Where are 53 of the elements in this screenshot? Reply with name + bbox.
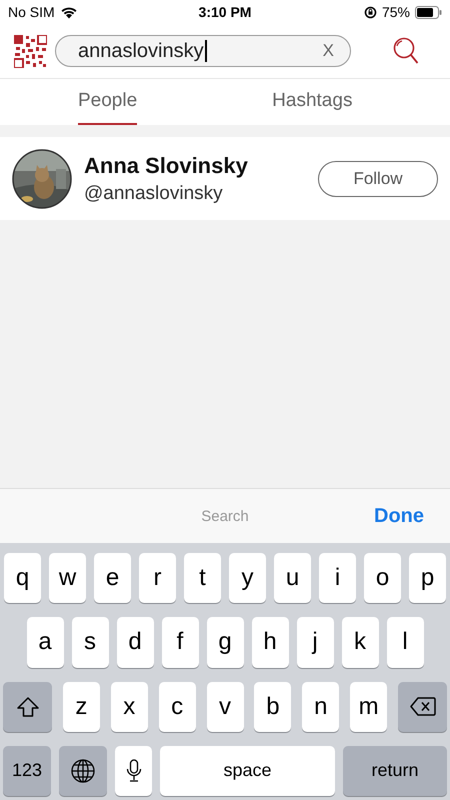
letter-key[interactable]: h xyxy=(252,617,288,668)
rotation-lock-icon xyxy=(364,6,377,18)
letter-key[interactable]: j xyxy=(296,617,334,668)
letter-key[interactable]: q xyxy=(4,553,41,604)
follow-button[interactable]: Follow xyxy=(318,160,438,196)
return-key[interactable]: return xyxy=(343,746,447,796)
search-field[interactable]: annaslovinsky X xyxy=(55,35,351,67)
letter-key[interactable]: g xyxy=(206,617,244,668)
letter-key[interactable]: l xyxy=(386,617,424,668)
letter-key[interactable]: d xyxy=(116,617,154,668)
letter-key[interactable]: i xyxy=(319,553,356,604)
letter-key[interactable]: f xyxy=(162,617,198,668)
numbers-key[interactable]: 123 xyxy=(3,746,51,796)
letter-key[interactable]: v xyxy=(206,682,244,732)
letter-key[interactable]: p xyxy=(409,553,446,604)
delete-key[interactable] xyxy=(398,682,447,732)
clear-button[interactable]: X xyxy=(322,41,334,61)
user-name: Anna Slovinsky xyxy=(84,152,249,178)
letter-key[interactable]: c xyxy=(158,682,196,732)
carrier-label: No SIM xyxy=(8,4,55,20)
microphone-key[interactable] xyxy=(115,746,152,796)
letter-key[interactable]: o xyxy=(364,553,401,604)
microphone-icon xyxy=(126,758,142,783)
status-time: 3:10 PM xyxy=(198,4,252,20)
letter-key[interactable]: x xyxy=(110,682,148,732)
battery-icon xyxy=(414,6,442,18)
letter-key[interactable]: m xyxy=(350,682,388,732)
letter-key[interactable]: s xyxy=(72,617,108,668)
qr-code-icon[interactable] xyxy=(14,34,47,68)
letter-key[interactable]: z xyxy=(62,682,100,732)
letter-key[interactable]: k xyxy=(342,617,378,668)
shift-icon xyxy=(16,696,38,717)
letter-key[interactable]: y xyxy=(229,553,266,604)
letter-key[interactable]: t xyxy=(184,553,221,604)
letter-key[interactable]: b xyxy=(254,682,292,732)
wifi-icon xyxy=(60,6,78,18)
letter-key[interactable]: r xyxy=(139,553,176,604)
space-key[interactable]: space xyxy=(160,746,335,796)
letter-key[interactable]: u xyxy=(274,553,311,604)
letter-key[interactable]: a xyxy=(26,617,64,668)
battery-percent: 75% xyxy=(382,4,410,20)
done-button[interactable]: Done xyxy=(368,504,430,528)
globe-key[interactable] xyxy=(59,746,107,796)
globe-icon xyxy=(71,758,95,783)
letter-key[interactable]: n xyxy=(302,682,340,732)
user-result-row[interactable]: Anna Slovinsky @annaslovinsky Follow xyxy=(0,137,450,220)
user-handle: @annaslovinsky xyxy=(84,182,224,204)
letter-key[interactable]: w xyxy=(49,553,86,604)
keyboard-title: Search xyxy=(201,508,249,524)
shift-key[interactable] xyxy=(3,682,52,732)
search-icon[interactable] xyxy=(393,37,419,65)
letter-key[interactable]: e xyxy=(94,553,131,604)
backspace-icon xyxy=(410,697,436,716)
